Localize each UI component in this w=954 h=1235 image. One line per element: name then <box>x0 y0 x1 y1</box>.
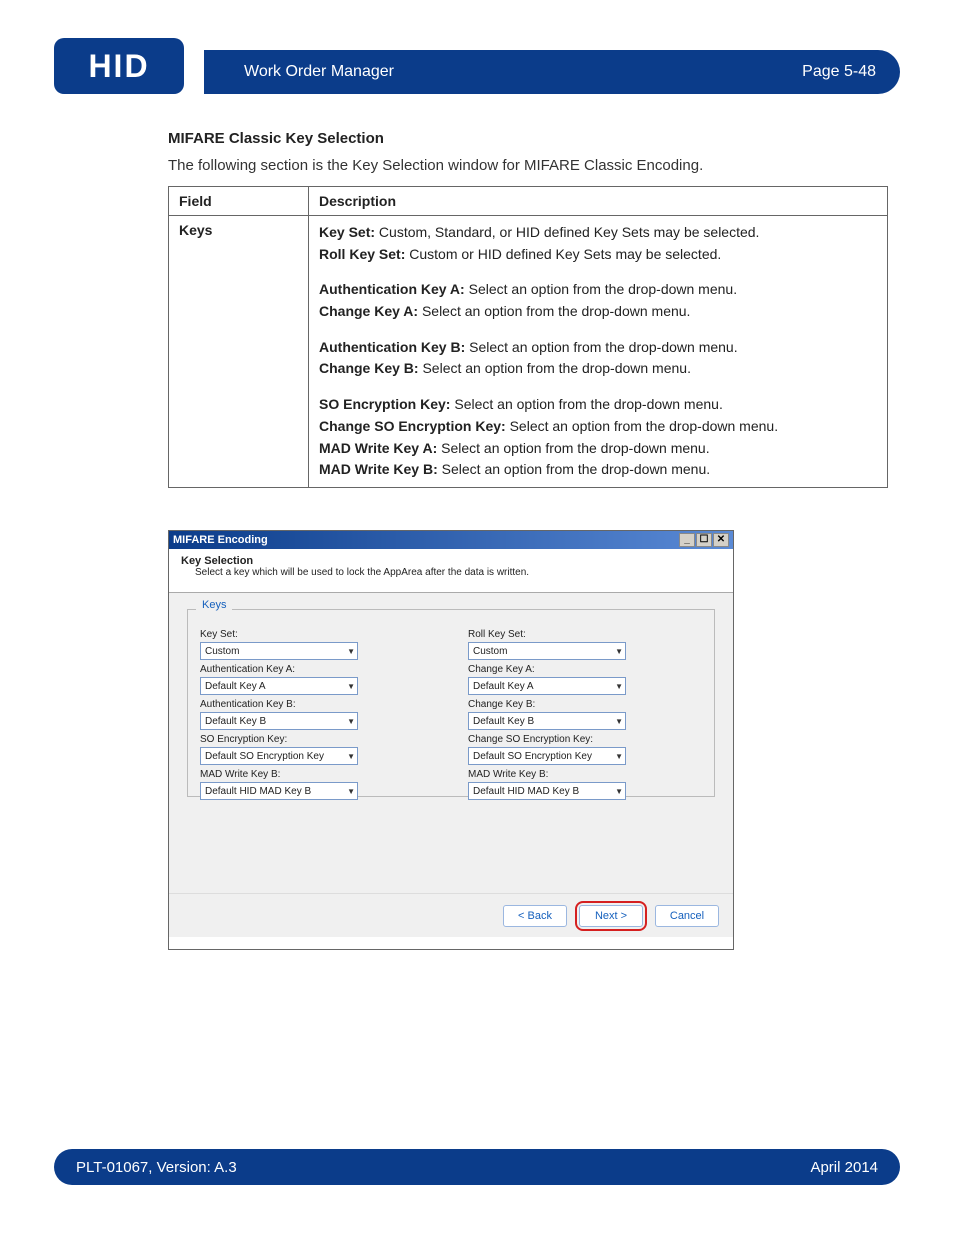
right-dropdown-1[interactable]: Default Key A ▼ <box>468 677 626 695</box>
maximize-button[interactable]: ☐ <box>696 533 712 547</box>
left-label-2: Authentication Key B: <box>200 699 434 710</box>
right-dropdown-2[interactable]: Default Key B ▼ <box>468 712 626 730</box>
section-heading: MIFARE Classic Key Selection <box>168 130 888 147</box>
wizard-step-subtitle: Select a key which will be used to lock … <box>195 567 721 578</box>
close-button[interactable]: ✕ <box>713 533 729 547</box>
title-bar: MIFARE Encoding _ ☐ ✕ <box>169 531 733 549</box>
wizard-step-title: Key Selection <box>181 555 721 567</box>
right-column: Roll Key Set: Custom ▼ Change Key A: Default… <box>468 627 702 800</box>
wizard-body: Keys Key Set: Custom ▼ Authentication Key A… <box>169 593 733 893</box>
chevron-down-icon: ▼ <box>615 717 623 726</box>
left-dropdown-value-4: Default HID MAD Key B <box>205 786 311 797</box>
cancel-button[interactable]: Cancel <box>655 905 719 927</box>
left-dropdown-value-3: Default SO Encryption Key <box>205 751 324 762</box>
wizard-footer: < Back Next > Cancel <box>169 893 733 937</box>
col-description-header: Description <box>309 187 888 216</box>
page-content: MIFARE Classic Key Selection The followi… <box>168 130 888 488</box>
hid-logo-text: HID <box>88 48 149 85</box>
right-dropdown-value-2: Default Key B <box>473 716 534 727</box>
left-label-1: Authentication Key A: <box>200 664 434 675</box>
left-dropdown-4[interactable]: Default HID MAD Key B ▼ <box>200 782 358 800</box>
next-button[interactable]: Next > <box>579 905 643 927</box>
chevron-down-icon: ▼ <box>347 717 355 726</box>
left-dropdown-0[interactable]: Custom ▼ <box>200 642 358 660</box>
window-title: MIFARE Encoding <box>173 534 268 546</box>
table-row: Keys Key Set: Custom, Standard, or HID d… <box>169 216 888 488</box>
chevron-down-icon: ▼ <box>347 752 355 761</box>
right-dropdown-value-4: Default HID MAD Key B <box>473 786 579 797</box>
col-field-header: Field <box>169 187 309 216</box>
right-label-3: Change SO Encryption Key: <box>468 734 702 745</box>
chevron-down-icon: ▼ <box>615 682 623 691</box>
left-label-0: Key Set: <box>200 629 434 640</box>
keys-groupbox: Keys Key Set:Custom▼Authentication Key A… <box>187 609 715 797</box>
row-field-description: Key Set: Custom, Standard, or HID define… <box>309 216 888 488</box>
left-dropdown-value-1: Default Key A <box>205 681 266 692</box>
page-footer: PLT-01067, Version: A.3 April 2014 <box>54 1149 900 1185</box>
right-dropdown-value-1: Default Key A <box>473 681 534 692</box>
page-header: HID Work Order Manager Page 5-48 <box>54 50 900 94</box>
chevron-down-icon: ▼ <box>347 647 355 656</box>
window-buttons: _ ☐ ✕ <box>678 533 729 547</box>
left-dropdown-value-0: Custom <box>205 646 239 657</box>
header-title: Work Order Manager <box>244 63 394 81</box>
back-button[interactable]: < Back <box>503 905 567 927</box>
minimize-button[interactable]: _ <box>679 533 695 547</box>
left-dropdown-2[interactable]: Default Key B ▼ <box>200 712 358 730</box>
next-button-highlight: Next > <box>575 901 647 931</box>
form-columns: Key Set: Custom ▼ Authentication Key A: Defa… <box>200 627 702 800</box>
wizard-window: MIFARE Encoding _ ☐ ✕ Key Selection Sele… <box>168 530 734 950</box>
left-dropdown-3[interactable]: Default SO Encryption Key ▼ <box>200 747 358 765</box>
footer-date: April 2014 <box>810 1159 878 1176</box>
chevron-down-icon: ▼ <box>347 787 355 796</box>
left-dropdown-1[interactable]: Default Key A ▼ <box>200 677 358 695</box>
right-dropdown-0[interactable]: Custom ▼ <box>468 642 626 660</box>
right-label-0: Roll Key Set: <box>468 629 702 640</box>
chevron-down-icon: ▼ <box>615 787 623 796</box>
right-dropdown-value-0: Custom <box>473 646 507 657</box>
wizard-header: Key Selection Select a key which will be… <box>169 549 733 593</box>
table-header-row: Field Description <box>169 187 888 216</box>
field-description-table: Field Description Keys Key Set: Custom, … <box>168 186 888 488</box>
chevron-down-icon: ▼ <box>347 682 355 691</box>
right-dropdown-value-3: Default SO Encryption Key <box>473 751 592 762</box>
chevron-down-icon: ▼ <box>615 752 623 761</box>
left-column: Key Set: Custom ▼ Authentication Key A: Defa… <box>200 627 434 800</box>
right-label-1: Change Key A: <box>468 664 702 675</box>
left-label-4: MAD Write Key B: <box>200 769 434 780</box>
header-bar: Work Order Manager Page 5-48 <box>204 50 900 94</box>
row-field-name: Keys <box>169 216 309 488</box>
groupbox-label: Keys <box>196 599 232 611</box>
footer-doc-id: PLT-01067, Version: A.3 <box>76 1159 237 1176</box>
left-label-3: SO Encryption Key: <box>200 734 434 745</box>
hid-logo: HID <box>54 38 184 94</box>
right-label-4: MAD Write Key B: <box>468 769 702 780</box>
left-dropdown-value-2: Default Key B <box>205 716 266 727</box>
right-dropdown-3[interactable]: Default SO Encryption Key ▼ <box>468 747 626 765</box>
chevron-down-icon: ▼ <box>615 647 623 656</box>
header-page-label: Page 5-48 <box>802 63 876 81</box>
section-intro: The following section is the Key Selecti… <box>168 157 888 174</box>
right-label-2: Change Key B: <box>468 699 702 710</box>
right-dropdown-4[interactable]: Default HID MAD Key B ▼ <box>468 782 626 800</box>
